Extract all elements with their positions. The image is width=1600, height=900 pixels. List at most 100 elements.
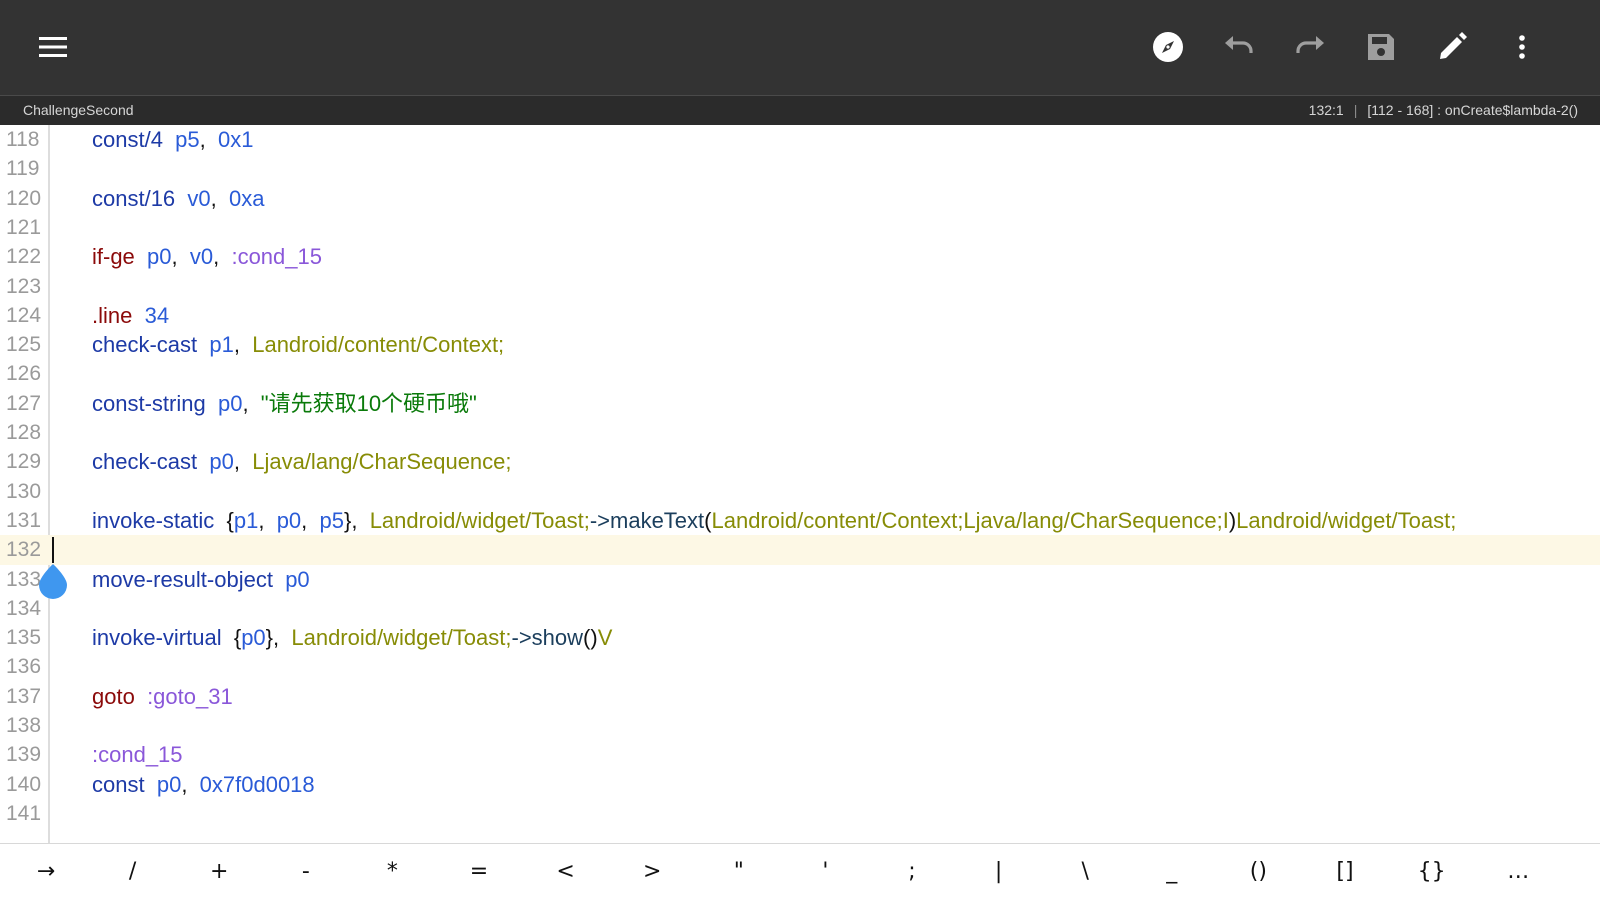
symbol-key[interactable]: " [709, 852, 769, 892]
code-text: :cond_15 [92, 740, 183, 770]
line-number: 140 [6, 772, 42, 796]
method-range: [112 - 168] : onCreate$lambda-2() [1367, 102, 1578, 118]
code-token: p0 [217, 390, 243, 416]
code-line[interactable]: 125 check-cast p1, Landroid/content/Conte… [0, 330, 1600, 360]
redo-icon [1296, 36, 1324, 53]
line-number: 130 [6, 479, 42, 503]
cursor-position: 132:1 [1308, 102, 1344, 118]
symbol-key[interactable]: < [536, 852, 596, 892]
edit-icon [1440, 32, 1467, 59]
code-line[interactable]: 139:cond_15 [0, 740, 1600, 770]
navigate-button[interactable] [1141, 20, 1195, 74]
code-line[interactable]: 124 .line 34 [0, 301, 1600, 331]
code-token: check-cast [92, 332, 198, 358]
selection-handle-icon[interactable] [38, 563, 68, 599]
code-token: { [221, 625, 242, 651]
code-line[interactable]: 141 [0, 799, 1600, 829]
code-text: const p0, 0x7f0d0018 [92, 770, 315, 800]
line-number: 123 [6, 274, 42, 298]
code-token: const/4 [92, 127, 163, 152]
code-line[interactable]: 129 check-cast p0, Ljava/lang/CharSequenc… [0, 447, 1600, 477]
code-token: const/16 [92, 185, 176, 211]
code-line[interactable]: 121 [0, 213, 1600, 243]
code-token: p0 [147, 244, 172, 270]
code-line[interactable]: 118 const/4 p5, 0x1 [0, 125, 1600, 155]
symbol-key[interactable]: * [362, 852, 422, 892]
undo-icon [1225, 36, 1253, 53]
top-toolbar [0, 0, 1600, 95]
symbol-key[interactable]: _ [1142, 852, 1202, 892]
code-line[interactable]: 122 if-ge p0, v0, :cond_15 [0, 242, 1600, 272]
symbol-key[interactable]: > [622, 852, 682, 892]
code-token: :goto_31 [147, 683, 233, 709]
code-line[interactable]: 134 [0, 594, 1600, 624]
code-line[interactable]: 120 const/16 v0, 0xa [0, 184, 1600, 214]
code-text: move-result-object p0 [92, 565, 310, 595]
symbol-key[interactable]: → [16, 852, 76, 892]
code-token: Landroid/widget/Toast; [1236, 507, 1457, 533]
code-line[interactable]: 135 invoke-virtual {p0}, Landroid/widget/… [0, 623, 1600, 653]
symbol-key[interactable]: … [1488, 852, 1548, 892]
line-number: 120 [6, 186, 42, 210]
redo-button[interactable] [1283, 20, 1337, 74]
cursor-info: 132:1 | [112 - 168] : onCreate$lambda-2() [1309, 102, 1578, 118]
code-token: 0x1 [218, 127, 254, 152]
edit-button[interactable] [1425, 20, 1479, 74]
code-line[interactable]: 123 [0, 272, 1600, 302]
symbol-key[interactable]: () [1228, 852, 1288, 892]
code-line[interactable]: 133 move-result-object p0 [0, 565, 1600, 595]
code-line[interactable]: 136 [0, 652, 1600, 682]
symbol-key[interactable]: \ [1055, 852, 1115, 892]
symbol-key[interactable]: [] [1315, 852, 1375, 892]
code-line[interactable]: 126 [0, 359, 1600, 389]
menu-icon [39, 37, 67, 57]
menu-button[interactable] [26, 20, 80, 74]
code-token: if-ge [92, 244, 135, 270]
code-line[interactable]: 127 const-string p0, "请先获取10个硬币哦" [0, 389, 1600, 419]
code-token: { [214, 507, 234, 533]
code-token: p1 [233, 507, 259, 533]
symbol-key[interactable]: {} [1402, 852, 1462, 892]
code-token: p1 [209, 332, 234, 358]
symbol-key[interactable]: - [276, 852, 336, 892]
code-line[interactable]: 132 [0, 535, 1600, 566]
line-number: 122 [6, 245, 42, 269]
save-button[interactable] [1354, 20, 1408, 74]
line-number: 129 [6, 450, 42, 474]
code-line[interactable]: 137 goto :goto_31 [0, 682, 1600, 712]
code-token: 34 [144, 302, 170, 328]
code-line[interactable]: 130 [0, 477, 1600, 507]
code-line[interactable]: 128 [0, 418, 1600, 448]
code-text: if-ge p0, v0, :cond_15 [92, 242, 322, 272]
code-token: v0 [187, 185, 211, 211]
code-line[interactable]: 140 const p0, 0x7f0d0018 [0, 770, 1600, 800]
code-token: const-string [92, 390, 206, 416]
code-editor[interactable]: 118 const/4 p5, 0x1 119 120 const/16 v0, 0xa… [0, 125, 1600, 843]
more-options-button[interactable] [1495, 20, 1549, 74]
code-line[interactable]: 131 invoke-static {p1, p0, p5}, Landroid/… [0, 506, 1600, 536]
code-token: , [181, 771, 200, 797]
file-name: ChallengeSecond [23, 102, 134, 118]
line-number: 125 [6, 333, 42, 357]
code-token: "请先获取10个硬币哦" [260, 390, 477, 416]
code-token: () [583, 625, 598, 651]
symbol-key[interactable]: | [969, 852, 1029, 892]
symbol-key[interactable]: / [103, 852, 163, 892]
code-text: invoke-static {p1, p0, p5}, Landroid/wid… [92, 506, 1456, 536]
symbol-key[interactable]: ; [882, 852, 942, 892]
symbol-key[interactable]: = [449, 852, 509, 892]
line-number: 128 [6, 421, 42, 444]
undo-button[interactable] [1212, 20, 1266, 74]
symbol-key[interactable]: + [189, 852, 249, 892]
symbol-key[interactable]: ' [795, 852, 855, 892]
code-line[interactable]: 119 [0, 154, 1600, 184]
code-token: invoke-static [92, 507, 215, 533]
line-number: 135 [6, 626, 42, 650]
code-line[interactable]: 138 [0, 711, 1600, 741]
compass-icon [1153, 32, 1183, 62]
